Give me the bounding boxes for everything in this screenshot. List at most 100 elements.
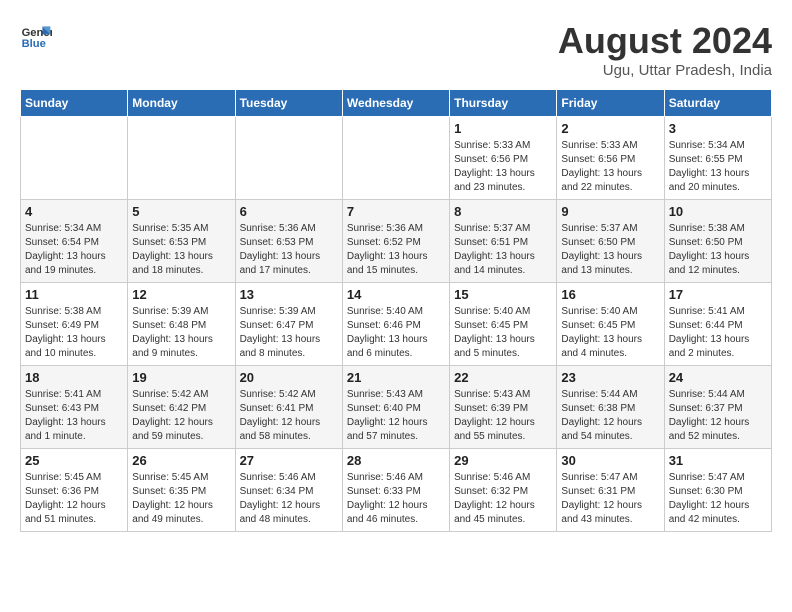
day-cell: 28 Sunrise: 5:46 AM Sunset: 6:33 PM Dayli…	[342, 449, 449, 532]
day-info: Sunrise: 5:45 AM Sunset: 6:36 PM Dayligh…	[25, 471, 123, 527]
day-cell: 8 Sunrise: 5:37 AM Sunset: 6:51 PM Daylig…	[450, 200, 557, 283]
day-number: 5	[132, 204, 230, 219]
day-cell: 6 Sunrise: 5:36 AM Sunset: 6:53 PM Daylig…	[235, 200, 342, 283]
day-info: Sunrise: 5:38 AM Sunset: 6:50 PM Dayligh…	[669, 222, 767, 278]
weekday-header-row: SundayMondayTuesdayWednesdayThursdayFrid…	[21, 90, 772, 117]
calendar-table: SundayMondayTuesdayWednesdayThursdayFrid…	[20, 89, 772, 532]
weekday-header-monday: Monday	[128, 90, 235, 117]
week-row-2: 4 Sunrise: 5:34 AM Sunset: 6:54 PM Daylig…	[21, 200, 772, 283]
day-number: 6	[240, 204, 338, 219]
day-cell	[21, 117, 128, 200]
day-cell: 25Sunrise: 5:45 AM Sunset: 6:36 PM Dayli…	[21, 449, 128, 532]
day-cell: 27 Sunrise: 5:46 AM Sunset: 6:34 PM Dayli…	[235, 449, 342, 532]
day-info: Sunrise: 5:35 AM Sunset: 6:53 PM Dayligh…	[132, 222, 230, 278]
day-number: 27	[240, 453, 338, 468]
day-cell: 23 Sunrise: 5:44 AM Sunset: 6:38 PM Dayli…	[557, 366, 664, 449]
day-info: Sunrise: 5:37 AM Sunset: 6:51 PM Dayligh…	[454, 222, 552, 278]
month-title: August 2024	[558, 20, 772, 62]
day-cell: 17Sunrise: 5:41 AM Sunset: 6:44 PM Dayli…	[664, 283, 771, 366]
day-info: Sunrise: 5:46 AM Sunset: 6:33 PM Dayligh…	[347, 471, 445, 527]
day-number: 15	[454, 287, 552, 302]
day-cell: 31 Sunrise: 5:47 AM Sunset: 6:30 PM Dayli…	[664, 449, 771, 532]
day-number: 7	[347, 204, 445, 219]
day-cell: 7 Sunrise: 5:36 AM Sunset: 6:52 PM Daylig…	[342, 200, 449, 283]
svg-text:Blue: Blue	[22, 38, 46, 50]
day-cell: 3 Sunrise: 5:34 AM Sunset: 6:55 PM Daylig…	[664, 117, 771, 200]
day-info: Sunrise: 5:46 AM Sunset: 6:34 PM Dayligh…	[240, 471, 338, 527]
day-info: Sunrise: 5:38 AM Sunset: 6:49 PM Dayligh…	[25, 305, 123, 361]
title-area: August 2024 Ugu, Uttar Pradesh, India	[558, 20, 772, 79]
day-cell: 15 Sunrise: 5:40 AM Sunset: 6:45 PM Dayli…	[450, 283, 557, 366]
week-row-3: 11 Sunrise: 5:38 AM Sunset: 6:49 PM Dayli…	[21, 283, 772, 366]
day-info: Sunrise: 5:44 AM Sunset: 6:37 PM Dayligh…	[669, 388, 767, 444]
day-number: 4	[25, 204, 123, 219]
logo: General Blue	[20, 20, 52, 52]
day-info: Sunrise: 5:43 AM Sunset: 6:39 PM Dayligh…	[454, 388, 552, 444]
day-cell: 26Sunrise: 5:45 AM Sunset: 6:35 PM Dayli…	[128, 449, 235, 532]
week-row-5: 25Sunrise: 5:45 AM Sunset: 6:36 PM Dayli…	[21, 449, 772, 532]
day-cell: 14 Sunrise: 5:40 AM Sunset: 6:46 PM Dayli…	[342, 283, 449, 366]
day-cell: 24 Sunrise: 5:44 AM Sunset: 6:37 PM Dayli…	[664, 366, 771, 449]
day-info: Sunrise: 5:40 AM Sunset: 6:45 PM Dayligh…	[561, 305, 659, 361]
day-info: Sunrise: 5:34 AM Sunset: 6:54 PM Dayligh…	[25, 222, 123, 278]
day-info: Sunrise: 5:40 AM Sunset: 6:45 PM Dayligh…	[454, 305, 552, 361]
day-info: Sunrise: 5:42 AM Sunset: 6:42 PM Dayligh…	[132, 388, 230, 444]
day-info: Sunrise: 5:47 AM Sunset: 6:30 PM Dayligh…	[669, 471, 767, 527]
weekday-header-thursday: Thursday	[450, 90, 557, 117]
day-info: Sunrise: 5:36 AM Sunset: 6:52 PM Dayligh…	[347, 222, 445, 278]
day-number: 28	[347, 453, 445, 468]
day-number: 29	[454, 453, 552, 468]
day-number: 18	[25, 370, 123, 385]
day-info: Sunrise: 5:45 AM Sunset: 6:35 PM Dayligh…	[132, 471, 230, 527]
day-number: 11	[25, 287, 123, 302]
day-cell: 5 Sunrise: 5:35 AM Sunset: 6:53 PM Daylig…	[128, 200, 235, 283]
day-number: 30	[561, 453, 659, 468]
week-row-1: 1Sunrise: 5:33 AM Sunset: 6:56 PM Daylig…	[21, 117, 772, 200]
day-number: 13	[240, 287, 338, 302]
day-info: Sunrise: 5:43 AM Sunset: 6:40 PM Dayligh…	[347, 388, 445, 444]
day-info: Sunrise: 5:36 AM Sunset: 6:53 PM Dayligh…	[240, 222, 338, 278]
day-number: 16	[561, 287, 659, 302]
day-number: 31	[669, 453, 767, 468]
day-cell	[235, 117, 342, 200]
weekday-header-wednesday: Wednesday	[342, 90, 449, 117]
day-info: Sunrise: 5:44 AM Sunset: 6:38 PM Dayligh…	[561, 388, 659, 444]
day-number: 21	[347, 370, 445, 385]
day-number: 19	[132, 370, 230, 385]
day-number: 14	[347, 287, 445, 302]
day-cell: 30 Sunrise: 5:47 AM Sunset: 6:31 PM Dayli…	[557, 449, 664, 532]
day-number: 24	[669, 370, 767, 385]
day-info: Sunrise: 5:39 AM Sunset: 6:48 PM Dayligh…	[132, 305, 230, 361]
day-info: Sunrise: 5:46 AM Sunset: 6:32 PM Dayligh…	[454, 471, 552, 527]
location: Ugu, Uttar Pradesh, India	[558, 62, 772, 79]
day-number: 23	[561, 370, 659, 385]
header: General Blue August 2024 Ugu, Uttar Prad…	[20, 20, 772, 79]
weekday-header-sunday: Sunday	[21, 90, 128, 117]
day-number: 8	[454, 204, 552, 219]
day-info: Sunrise: 5:47 AM Sunset: 6:31 PM Dayligh…	[561, 471, 659, 527]
weekday-header-friday: Friday	[557, 90, 664, 117]
day-info: Sunrise: 5:34 AM Sunset: 6:55 PM Dayligh…	[669, 139, 767, 195]
day-number: 3	[669, 121, 767, 136]
day-info: Sunrise: 5:33 AM Sunset: 6:56 PM Dayligh…	[561, 139, 659, 195]
day-cell	[342, 117, 449, 200]
day-cell	[128, 117, 235, 200]
day-cell: 4 Sunrise: 5:34 AM Sunset: 6:54 PM Daylig…	[21, 200, 128, 283]
week-row-4: 18 Sunrise: 5:41 AM Sunset: 6:43 PM Dayli…	[21, 366, 772, 449]
day-info: Sunrise: 5:33 AM Sunset: 6:56 PM Dayligh…	[454, 139, 552, 195]
day-number: 2	[561, 121, 659, 136]
day-cell: 10Sunrise: 5:38 AM Sunset: 6:50 PM Dayli…	[664, 200, 771, 283]
day-cell: 2 Sunrise: 5:33 AM Sunset: 6:56 PM Daylig…	[557, 117, 664, 200]
day-info: Sunrise: 5:40 AM Sunset: 6:46 PM Dayligh…	[347, 305, 445, 361]
day-cell: 29 Sunrise: 5:46 AM Sunset: 6:32 PM Dayli…	[450, 449, 557, 532]
day-cell: 9 Sunrise: 5:37 AM Sunset: 6:50 PM Daylig…	[557, 200, 664, 283]
day-info: Sunrise: 5:37 AM Sunset: 6:50 PM Dayligh…	[561, 222, 659, 278]
day-cell: 22 Sunrise: 5:43 AM Sunset: 6:39 PM Dayli…	[450, 366, 557, 449]
day-cell: 20Sunrise: 5:42 AM Sunset: 6:41 PM Dayli…	[235, 366, 342, 449]
day-info: Sunrise: 5:39 AM Sunset: 6:47 PM Dayligh…	[240, 305, 338, 361]
day-number: 9	[561, 204, 659, 219]
weekday-header-tuesday: Tuesday	[235, 90, 342, 117]
day-number: 22	[454, 370, 552, 385]
day-cell: 1Sunrise: 5:33 AM Sunset: 6:56 PM Daylig…	[450, 117, 557, 200]
day-info: Sunrise: 5:41 AM Sunset: 6:43 PM Dayligh…	[25, 388, 123, 444]
